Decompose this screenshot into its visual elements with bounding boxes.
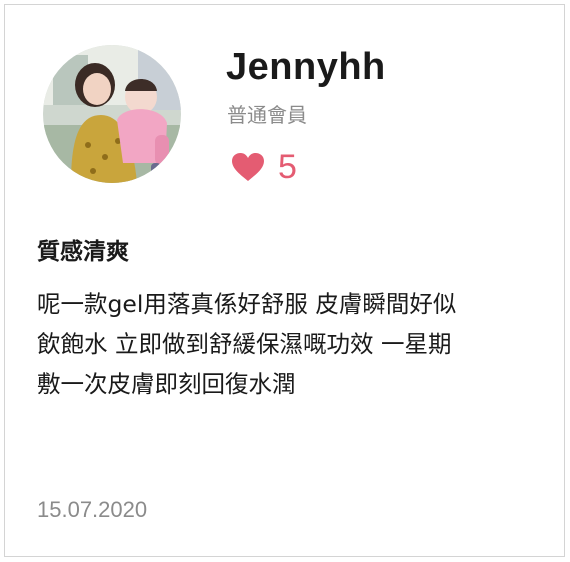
likes-count: 5 bbox=[278, 148, 297, 186]
review-card: Jennyhh 普通會員 5 質感清爽 呢一款gel用落真係好舒服 皮膚瞬間好似… bbox=[4, 4, 565, 557]
user-avatar[interactable] bbox=[43, 45, 181, 183]
review-date: 15.07.2020 bbox=[37, 497, 148, 522]
review-title: 質感清爽 bbox=[37, 239, 129, 265]
member-level: 普通會員 bbox=[227, 103, 307, 127]
username[interactable]: Jennyhh bbox=[226, 41, 386, 93]
avatar-photo bbox=[43, 45, 181, 183]
heart-icon[interactable] bbox=[231, 152, 265, 182]
review-body: 呢一款gel用落真係好舒服 皮膚瞬間好似 飲飽水 立即做到舒緩保濕嘅功效 一星期… bbox=[37, 290, 457, 398]
likes-display[interactable]: 5 bbox=[231, 147, 297, 187]
